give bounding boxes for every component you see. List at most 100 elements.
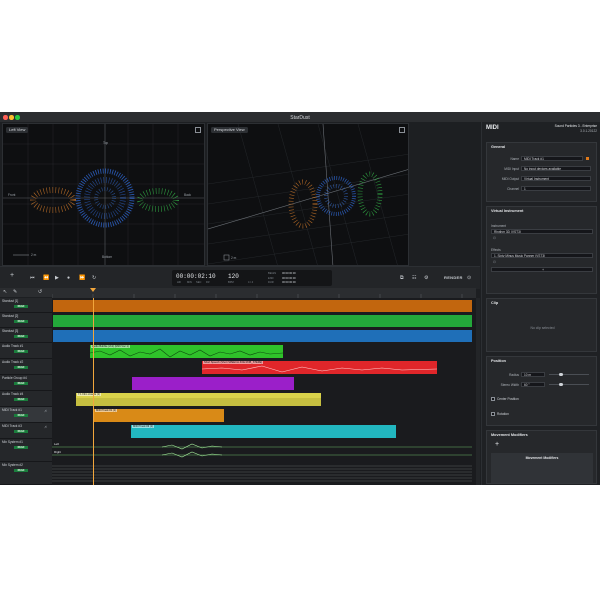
instrument-select[interactable]: Rhythm 3D (VST3) (491, 229, 593, 234)
power-icon[interactable]: ⏻ (493, 260, 496, 264)
midi-note-icon: ♬ (44, 408, 48, 413)
midi-input-select[interactable]: No input devices available (521, 166, 591, 171)
mix-system-2-lane[interactable] (52, 463, 472, 485)
track-header[interactable]: Stardust [3] READ (0, 328, 52, 343)
timeline-scrollbar[interactable] (476, 298, 480, 485)
effect-select[interactable]: 1. Sixty Minus Music Panner (VST3) (491, 253, 593, 258)
time-unit-min: MIN (187, 281, 192, 284)
time-signature[interactable]: 4 / 4 (248, 281, 253, 284)
track-header[interactable]: Stardust [2] READ (0, 313, 52, 328)
render-icon[interactable]: ⊙ (467, 275, 471, 281)
read-button[interactable]: READ (14, 334, 28, 338)
add-effect-button[interactable]: + (491, 267, 593, 272)
timeline-lanes[interactable]: Audio Bubble (ch1) (M16 Voc 1) Short Spe… (52, 298, 476, 485)
bottom-label: Bottom (102, 255, 113, 259)
perspective-viewport[interactable]: Perspective View 2 m (207, 123, 409, 266)
back-label: Back (184, 193, 192, 197)
time-display: 00:00:02:10 HR MIN SEC FR 120 BPM 4 / 4 … (172, 270, 332, 286)
effects-label: Effects (491, 248, 501, 252)
radius-slider[interactable] (549, 374, 589, 375)
audio-track-2-clip[interactable]: Short Speech (Short SPEECH ZOE ROB_STERE… (202, 361, 437, 374)
view-select[interactable]: Perspective View (211, 127, 248, 133)
record-icon[interactable]: ● (67, 275, 70, 281)
track-header[interactable]: MIDI Track #3 READ ♬ (0, 423, 52, 439)
audio-track-4-clip[interactable]: 7.1 Film crowds (1) (76, 393, 321, 406)
waveform (76, 398, 321, 406)
stereo-width-label: Stereo Width (500, 383, 519, 387)
read-button[interactable]: READ (14, 413, 28, 417)
rotation-checkbox[interactable] (491, 412, 495, 416)
track-header[interactable]: Mix System #2 READ (0, 462, 52, 485)
render-button[interactable]: RENDER (444, 275, 463, 281)
read-button[interactable]: READ (14, 319, 28, 323)
follow-icon[interactable]: ↺ (38, 289, 42, 295)
dur-value[interactable]: 00:00:00:00 (282, 281, 296, 284)
rotation-label: Rotation (497, 412, 509, 416)
slider-thumb[interactable] (559, 382, 563, 386)
add-modifier-button[interactable]: + (495, 441, 499, 448)
track-name: Stardust [1] (2, 299, 19, 303)
track-header-selected[interactable]: MIDI Track #1 READ ♬ (0, 407, 52, 423)
fast-forward-icon[interactable]: ⏩ (79, 275, 85, 281)
maximize-icon[interactable] (195, 127, 201, 133)
read-button[interactable]: READ (14, 349, 28, 353)
track-header[interactable]: Stardust [1] READ (0, 298, 52, 313)
midi-note-icon: ♬ (44, 424, 48, 429)
stereo-width-field[interactable]: 60 ° (521, 382, 545, 387)
midi-output-select[interactable]: Virtual Instrument (521, 176, 591, 181)
read-button[interactable]: READ (14, 397, 28, 401)
midi-track-1-clip[interactable]: MIDI Track #1 (1) (94, 409, 224, 422)
track-header[interactable]: Audio Track #2 READ (0, 359, 52, 375)
read-button[interactable]: READ (14, 365, 28, 369)
go-to-start-icon[interactable]: ⏮ (30, 275, 35, 281)
track-name: Audio Track #4 (2, 392, 24, 396)
read-button[interactable]: READ (14, 429, 28, 433)
pointer-icon[interactable]: ↖ (3, 289, 7, 295)
add-icon[interactable]: + (10, 272, 14, 279)
end-value[interactable]: 00:00:00:00 (282, 277, 296, 280)
center-position-checkbox[interactable] (491, 397, 495, 401)
track-header[interactable]: Audio Track #4 READ (0, 391, 52, 407)
gear-icon[interactable]: ⚙ (424, 275, 428, 281)
no-clip-message: No clip selected (530, 326, 555, 330)
mixer-icon[interactable]: ☷ (412, 275, 416, 281)
maximize-icon[interactable] (399, 127, 405, 133)
audio-track-1-clip[interactable]: Audio Bubble (ch1) (M16 Voc 1) (90, 345, 283, 358)
rewind-icon[interactable]: ⏪ (43, 275, 49, 281)
tempo-value[interactable]: 120 (228, 273, 239, 280)
inspector-panel: MIDI Sound Particles 3 - Enterprise 3.0.… (481, 122, 600, 485)
track-header[interactable]: Mix System #1 READ (0, 439, 52, 462)
stereo-width-slider[interactable] (549, 384, 589, 385)
left-viewport[interactable]: Left View Top Bottom Front Back 2 m (2, 123, 205, 266)
edit-icon[interactable]: ✎ (13, 289, 17, 295)
read-button[interactable]: READ (14, 304, 28, 308)
timeline-ruler[interactable] (51, 288, 476, 298)
particle-group-clip[interactable] (132, 377, 294, 390)
left-channel-label: Left (54, 442, 60, 446)
mix-system-1-lane[interactable]: Left Right (52, 440, 472, 462)
track-header[interactable]: Particle Group #4 READ (0, 375, 52, 391)
stardust-1-clip[interactable] (53, 300, 472, 312)
channel-select[interactable]: 1 (521, 186, 591, 191)
read-button[interactable]: READ (14, 381, 28, 385)
power-icon[interactable]: ⏻ (493, 236, 496, 240)
view-select[interactable]: Left View (6, 127, 29, 133)
stardust-2-clip[interactable] (53, 315, 472, 327)
begin-value[interactable]: 00:00:00:00 (282, 272, 296, 275)
loop-icon[interactable]: ↻ (92, 275, 96, 281)
color-swatch[interactable] (586, 157, 589, 160)
track-name: Audio Track #2 (2, 360, 24, 364)
slider-thumb[interactable] (559, 372, 563, 376)
export-icon[interactable]: ⧉ (400, 275, 404, 281)
midi-track-3-clip[interactable]: MIDI Track #3 (1) (131, 425, 396, 438)
radius-field[interactable]: 10 m (521, 372, 545, 377)
playhead[interactable] (93, 298, 94, 485)
section-title: Position (491, 359, 506, 363)
track-header[interactable]: Audio Track #1 READ (0, 343, 52, 359)
read-button[interactable]: READ (14, 468, 28, 472)
name-field[interactable]: MIDI Track #1 (521, 156, 583, 161)
play-icon[interactable]: ▶ (55, 275, 59, 281)
read-button[interactable]: READ (14, 445, 28, 449)
end-label: END (268, 276, 274, 280)
stardust-3-clip[interactable] (53, 330, 472, 342)
